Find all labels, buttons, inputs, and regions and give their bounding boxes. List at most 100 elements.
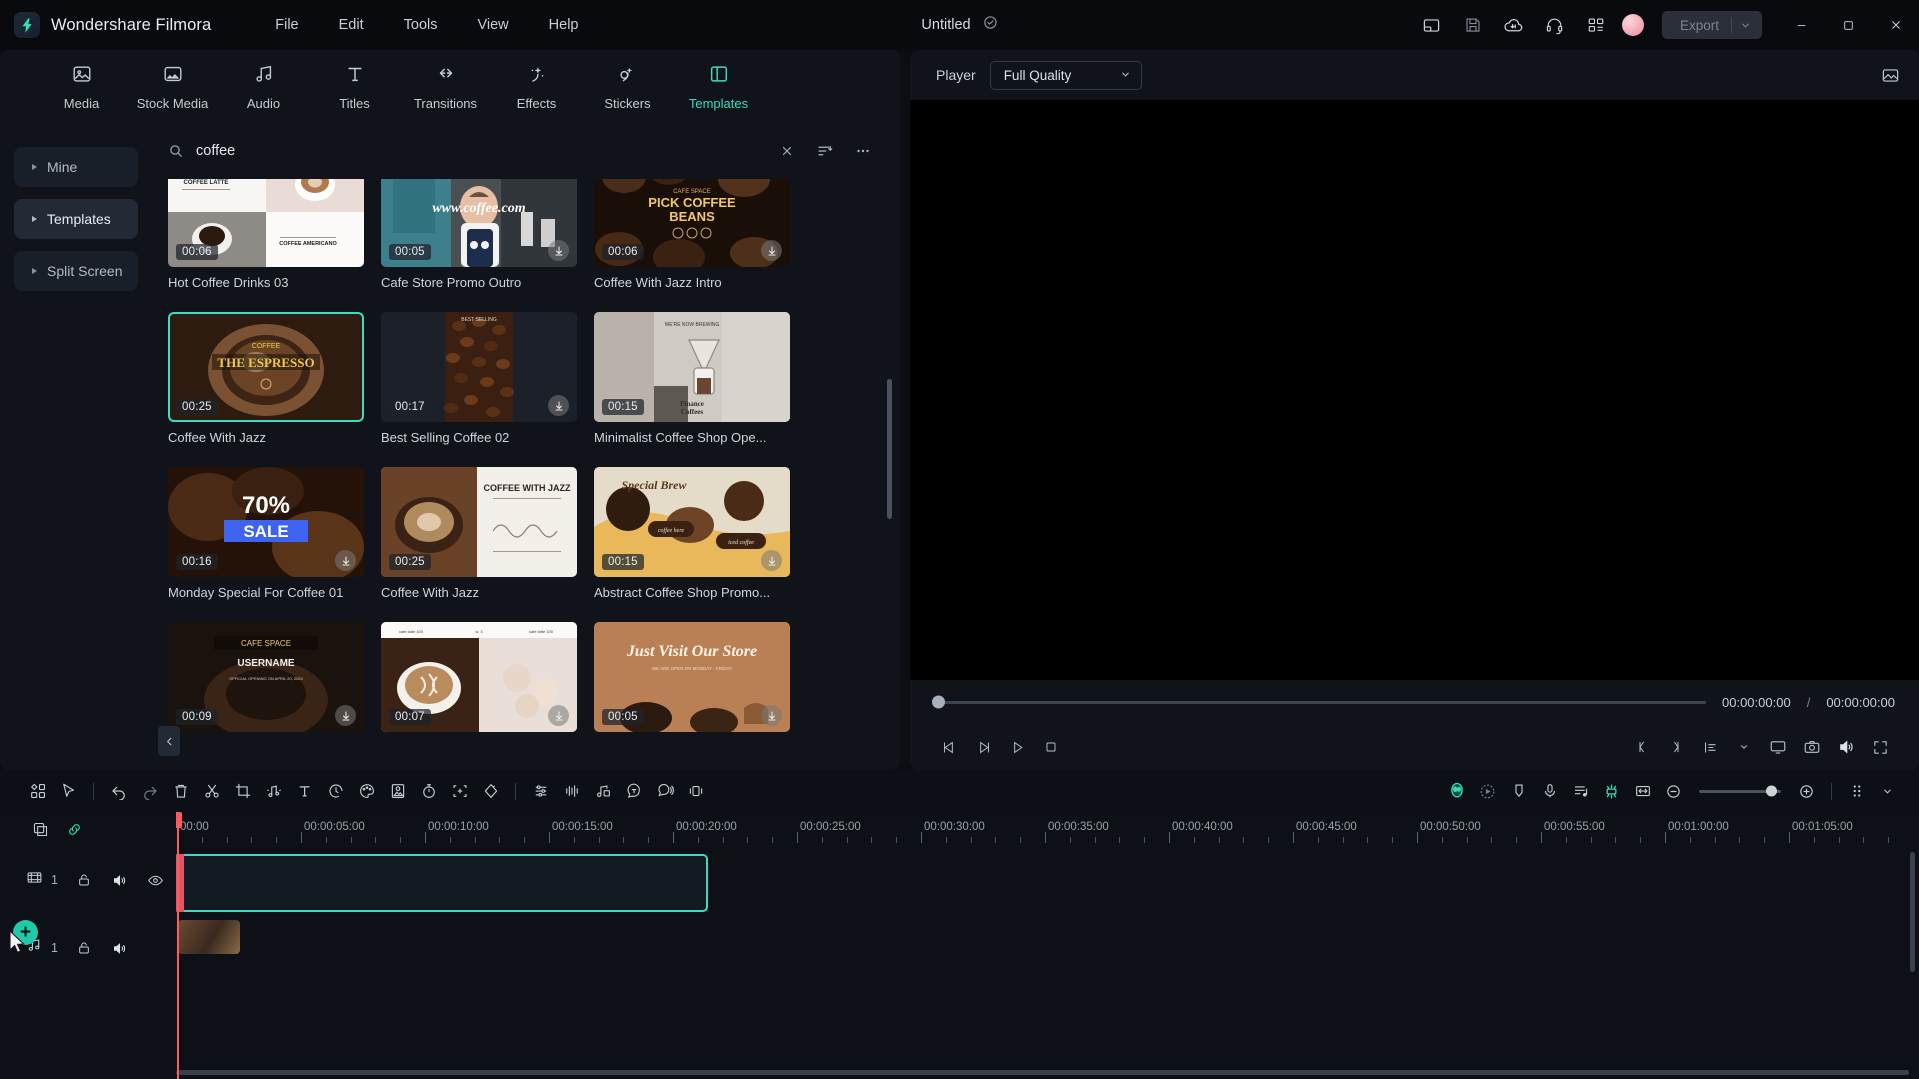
adjust-sliders-icon[interactable] <box>525 776 556 806</box>
tab-media[interactable]: Media <box>36 56 127 118</box>
sidebar-item-mine[interactable]: Mine <box>14 147 138 187</box>
mark-in-icon[interactable] <box>1625 732 1659 762</box>
audio-split-icon[interactable] <box>258 776 289 806</box>
add-track-button[interactable]: + <box>13 920 38 945</box>
menu-file[interactable]: File <box>255 11 318 39</box>
library-vertical-scrollbar[interactable] <box>887 379 892 519</box>
audio-mixer-icon[interactable] <box>556 776 587 806</box>
template-thumbnail[interactable]: COFFEE THE ESPRESSO 00:25 <box>168 312 364 422</box>
select-cursor-icon[interactable] <box>53 776 84 806</box>
menu-edit[interactable]: Edit <box>319 11 384 39</box>
zoom-slider[interactable] <box>1699 785 1781 797</box>
template-card[interactable]: CAFE SPACE PICK COFFEE BEANS 00:06 Coffe… <box>594 179 790 290</box>
audio-clip[interactable] <box>178 920 240 954</box>
mute-icon[interactable] <box>110 870 130 890</box>
timeline-track-video[interactable] <box>176 846 1919 914</box>
template-card[interactable]: CAFE SPACE USERNAME OFFICIAL OPENING ON … <box>168 622 364 740</box>
filter-icon[interactable] <box>812 138 838 164</box>
template-thumbnail[interactable]: COFFEE WITH JAZZ 00:25 <box>381 467 577 577</box>
tab-titles[interactable]: Titles <box>309 56 400 118</box>
zoom-out-icon[interactable] <box>1658 776 1689 806</box>
auto-reframe-icon[interactable] <box>444 776 475 806</box>
tab-templates[interactable]: Templates <box>673 56 764 118</box>
next-frame-icon[interactable] <box>1000 732 1034 762</box>
template-thumbnail[interactable]: www.coffee.com 00:05 <box>381 179 577 267</box>
tab-effects[interactable]: Effects <box>491 56 582 118</box>
green-screen-icon[interactable] <box>680 776 711 806</box>
zoom-in-icon[interactable] <box>1791 776 1822 806</box>
camera-snapshot-icon[interactable] <box>1795 732 1829 762</box>
audio-ducking-icon[interactable] <box>587 776 618 806</box>
templates-scroll[interactable]: COFFEE LATTE COFFEE AMERICANO 00:06 Hot … <box>150 179 900 770</box>
seek-handle[interactable] <box>932 695 945 709</box>
chevron-down-icon[interactable] <box>1872 776 1903 806</box>
menu-help[interactable]: Help <box>529 11 599 39</box>
chevron-down-icon[interactable] <box>1732 20 1758 31</box>
speech-to-text-icon[interactable] <box>618 776 649 806</box>
template-thumbnail[interactable]: coffee here iced coffee Special Brew 00:… <box>594 467 790 577</box>
export-button[interactable]: Export <box>1662 11 1762 39</box>
chain-link-icon[interactable] <box>64 819 84 839</box>
playlist-icon[interactable] <box>1565 776 1596 806</box>
undo-icon[interactable] <box>103 776 134 806</box>
playhead[interactable] <box>176 812 182 1079</box>
template-card[interactable]: COFFEE WITH JAZZ 00:25 Coffee With Jazz <box>381 467 577 600</box>
save-icon[interactable] <box>1452 5 1493 46</box>
template-thumbnail[interactable]: COFFEE LATTE COFFEE AMERICANO 00:06 <box>168 179 364 267</box>
text-tool-icon[interactable] <box>289 776 320 806</box>
download-icon[interactable] <box>335 705 356 726</box>
zoom-handle[interactable] <box>1766 785 1777 797</box>
template-card[interactable]: Just Visit Our Store WE ARE OPEN ON MOND… <box>594 622 790 740</box>
tab-audio[interactable]: Audio <box>218 56 309 118</box>
layout-icon[interactable] <box>1411 5 1452 46</box>
mark-out-icon[interactable] <box>1659 732 1693 762</box>
playhead-handle[interactable] <box>176 812 182 828</box>
collapse-panel-button[interactable] <box>158 726 180 756</box>
more-options-icon[interactable] <box>1841 776 1872 806</box>
timeline-horizontal-scrollbar[interactable] <box>176 1070 1909 1075</box>
redo-icon[interactable] <box>134 776 165 806</box>
motion-tracking-icon[interactable] <box>475 776 506 806</box>
tab-stock-media[interactable]: Stock Media <box>127 56 218 118</box>
eye-icon[interactable] <box>146 870 166 890</box>
aspect-ratio-icon[interactable] <box>1693 732 1727 762</box>
timeline-track-audio[interactable] <box>176 914 1919 982</box>
volume-icon[interactable] <box>1829 732 1863 762</box>
clear-x-icon[interactable] <box>774 138 800 164</box>
timeline-ruler[interactable]: 00:00 00:00:05:00 00:00:10:00 00:00:15:00 00… <box>176 812 1919 846</box>
template-card[interactable]: BEST SELLING 00:17 Best Selling Coffee 0… <box>381 312 577 445</box>
mute-icon[interactable] <box>110 938 130 958</box>
record-mic-icon[interactable] <box>1534 776 1565 806</box>
template-card-selected[interactable]: COFFEE THE ESPRESSO 00:25 Coffee With Ja… <box>168 312 364 445</box>
delete-trash-icon[interactable] <box>165 776 196 806</box>
voice-detect-icon[interactable] <box>649 776 680 806</box>
maximize-button[interactable] <box>1825 0 1872 50</box>
split-scissors-icon[interactable] <box>196 776 227 806</box>
video-clip[interactable] <box>178 854 708 912</box>
timeline-vertical-scrollbar[interactable] <box>1910 852 1915 972</box>
template-thumbnail[interactable]: WE'RE NOW BREWING Finance Coffees 00:15 <box>594 312 790 422</box>
template-card[interactable]: 70% SALE 00:16 Monday Special For Coffee… <box>168 467 364 600</box>
lock-icon[interactable] <box>74 870 94 890</box>
snapshot-icon[interactable] <box>1875 60 1905 90</box>
search-input[interactable] <box>196 143 762 159</box>
sidebar-item-templates[interactable]: Templates <box>14 199 138 239</box>
download-icon[interactable] <box>761 550 782 571</box>
seek-slider[interactable] <box>932 695 1706 709</box>
template-card[interactable]: WE'RE NOW BREWING Finance Coffees 00:15 … <box>594 312 790 445</box>
close-button[interactable] <box>1872 0 1919 50</box>
lock-icon[interactable] <box>74 938 94 958</box>
tab-transitions[interactable]: Transitions <box>400 56 491 118</box>
display-icon[interactable] <box>1761 732 1795 762</box>
download-icon[interactable] <box>548 395 569 416</box>
stop-icon[interactable] <box>1034 732 1068 762</box>
download-icon[interactable] <box>335 550 356 571</box>
template-thumbnail[interactable]: 70% SALE 00:16 <box>168 467 364 577</box>
speed-icon[interactable] <box>320 776 351 806</box>
link-toggle-icon[interactable] <box>30 819 50 839</box>
minimize-button[interactable] <box>1778 0 1825 50</box>
tab-stickers[interactable]: Stickers <box>582 56 673 118</box>
template-card[interactable]: cafe latte 100 w. 3 cafe latte 100 00:07 <box>381 622 577 740</box>
template-thumbnail[interactable]: BEST SELLING 00:17 <box>381 312 577 422</box>
chevron-down-icon[interactable] <box>1727 732 1761 762</box>
